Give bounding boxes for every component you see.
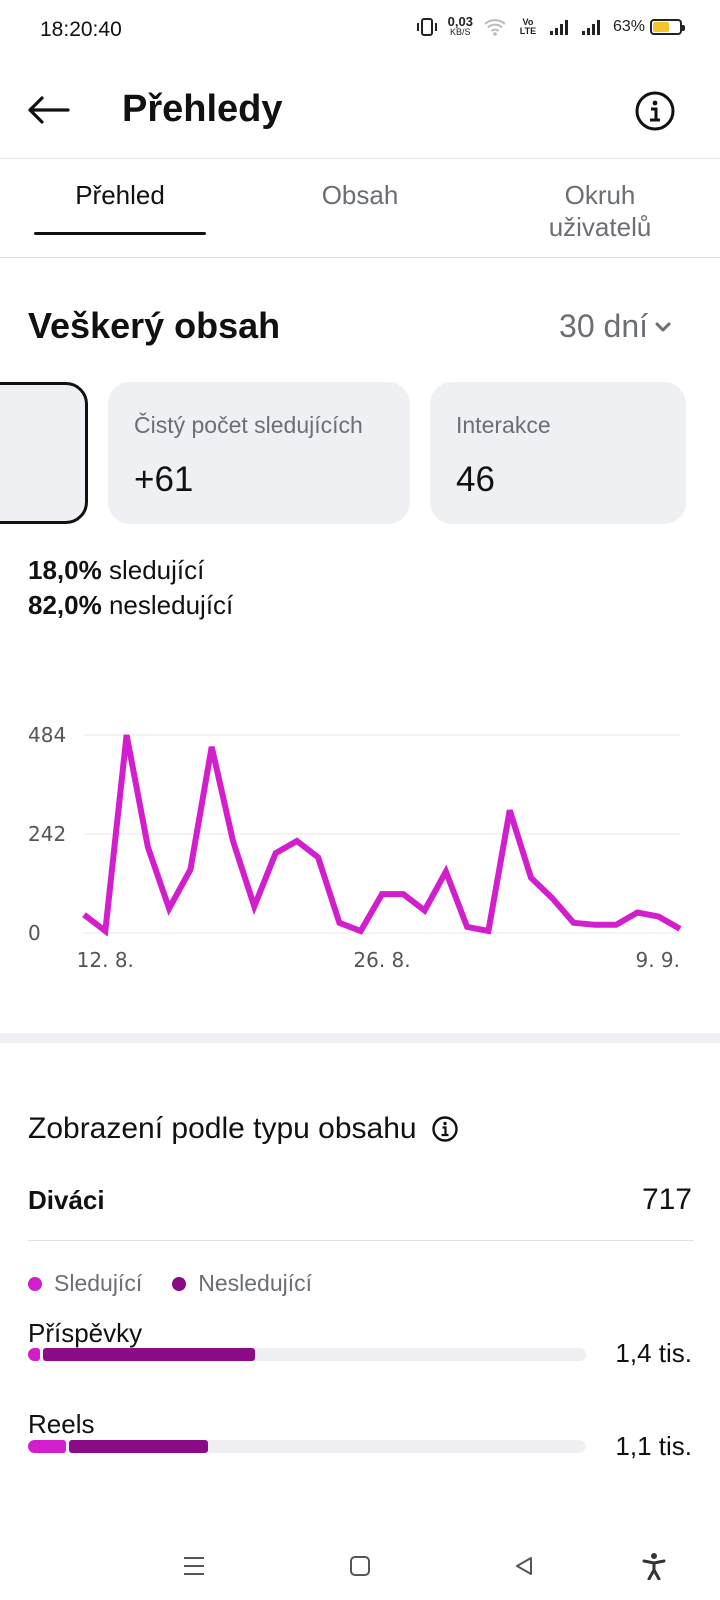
home-button[interactable]	[340, 1546, 380, 1586]
info-icon[interactable]	[431, 1115, 459, 1143]
system-nav-bar	[0, 1530, 720, 1600]
content-type-value-posts: 1,4 tis.	[615, 1338, 692, 1368]
followers-segment	[28, 1348, 41, 1361]
y-tick-label: 0	[28, 921, 41, 945]
battery-icon	[650, 19, 685, 35]
back-triangle-icon	[516, 1557, 532, 1575]
menu-button[interactable]	[174, 1546, 214, 1586]
chart-legend: Sledující Nesledující	[28, 1270, 312, 1297]
y-tick-label: 242	[28, 822, 66, 846]
status-icons: 0,03 KB/S Vo LTE 63%	[416, 14, 685, 38]
date-range-label: 30 dní	[559, 308, 648, 344]
back-button[interactable]	[24, 86, 72, 134]
signal-icon	[549, 20, 568, 35]
x-tick-label: 9. 9.	[635, 948, 680, 972]
status-bar: 18:20:40 0,03 KB/S Vo LTE 63%	[0, 0, 720, 64]
menu-icon	[184, 1557, 204, 1575]
tab-bar: Přehled Obsah Okruh uživatelů	[0, 158, 720, 258]
legend-item-non-followers: Nesledující	[172, 1270, 312, 1297]
battery-indicator: 63%	[612, 18, 685, 36]
metric-value: +61	[134, 460, 194, 499]
series-line	[82, 734, 682, 937]
info-button[interactable]	[634, 90, 676, 132]
followers-dot-icon	[28, 1276, 42, 1291]
followers-segment	[28, 1440, 66, 1453]
metric-label: Interakce	[456, 412, 551, 438]
arrow-left-icon	[28, 96, 70, 124]
metric-value: 46	[456, 460, 495, 499]
divider-line	[28, 1240, 694, 1241]
accessibility-button[interactable]	[634, 1546, 674, 1586]
section-title: Veškerý obsah	[28, 305, 281, 346]
section-divider	[0, 1033, 720, 1043]
page-title: Přehledy	[122, 88, 283, 130]
vibrate-icon	[416, 18, 437, 36]
battery-percent: 63%	[612, 18, 645, 35]
viewers-label: Diváci	[28, 1185, 105, 1215]
viewers-value: 717	[641, 1183, 692, 1216]
non-followers-segment	[68, 1440, 209, 1453]
accessibility-icon	[642, 1553, 666, 1580]
content-type-value-reels: 1,1 tis.	[615, 1431, 692, 1461]
views-section-title: Zobrazení podle typu obsahu	[28, 1112, 459, 1146]
metric-label: Čistý počet sledujících	[134, 412, 363, 438]
non-followers-segment	[43, 1348, 256, 1361]
tab-overview[interactable]: Přehled	[0, 159, 240, 257]
views-line-chart: 484 242 0 12. 8. 26. 8. 9. 9.	[28, 723, 682, 972]
content-type-label-reels: Reels	[28, 1409, 95, 1439]
non-followers-dot-icon	[172, 1276, 187, 1291]
x-tick-label: 12. 8.	[77, 948, 134, 972]
volte-indicator: Vo LTE	[519, 17, 537, 36]
status-time: 18:20:40	[40, 18, 122, 41]
metric-card-net-followers[interactable]: Čistý počet sledujících +61	[108, 382, 410, 524]
signal-icon-2	[581, 20, 600, 35]
app-header: Přehledy	[0, 64, 720, 156]
metric-card-interactions[interactable]: Interakce 46	[430, 382, 686, 524]
x-tick-label: 26. 8.	[353, 948, 410, 972]
followers-share: 18,0% sledující	[28, 555, 205, 585]
date-range-select[interactable]: 30 dní	[559, 308, 672, 345]
info-icon	[635, 91, 675, 131]
home-square-icon	[350, 1556, 370, 1576]
y-tick-label: 484	[28, 723, 66, 747]
tab-content[interactable]: Obsah	[240, 159, 480, 257]
wifi-icon	[484, 19, 506, 36]
back-nav-button[interactable]	[504, 1546, 544, 1586]
tab-audience[interactable]: Okruh uživatelů	[480, 159, 720, 257]
net-speed: 0,03 KB/S	[447, 14, 473, 37]
chevron-down-icon	[655, 322, 671, 331]
metric-card-partial[interactable]	[0, 382, 88, 524]
content-type-bar-reels	[28, 1440, 586, 1453]
content-type-label-posts: Příspěvky	[28, 1318, 143, 1348]
legend-item-followers: Sledující	[28, 1270, 142, 1297]
non-followers-share: 82,0% nesledující	[28, 590, 234, 620]
content-type-bar-posts	[28, 1348, 586, 1361]
